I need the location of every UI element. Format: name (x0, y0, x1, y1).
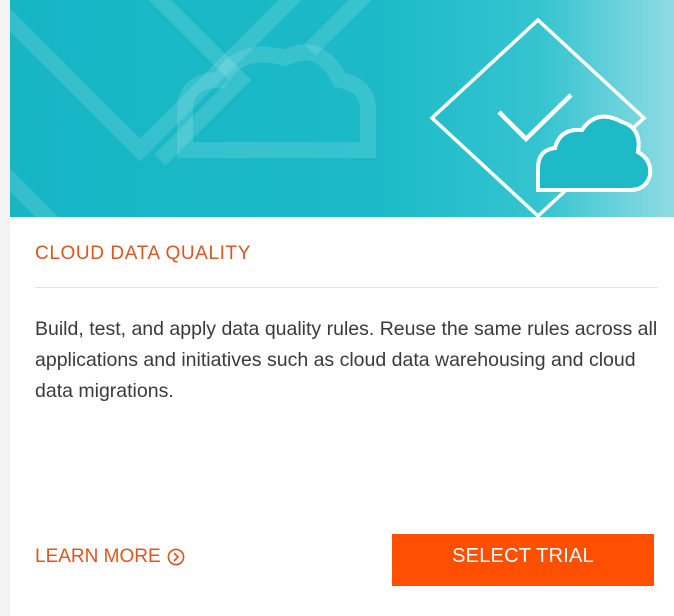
chevron-right-circle-icon (167, 548, 185, 566)
learn-more-label: LEARN MORE (35, 546, 161, 567)
learn-more-link[interactable]: LEARN MORE (35, 546, 185, 568)
cloud-checkmark-illustration (10, 0, 653, 217)
hero-banner (10, 0, 674, 217)
select-trial-button[interactable]: SELECT TRIAL (392, 534, 654, 586)
divider (35, 287, 658, 288)
card-description: Build, test, and apply data quality rule… (35, 318, 658, 402)
product-card: CLOUD DATA QUALITY Build, test, and appl… (10, 0, 674, 616)
card-title: CLOUD DATA QUALITY (35, 243, 251, 264)
